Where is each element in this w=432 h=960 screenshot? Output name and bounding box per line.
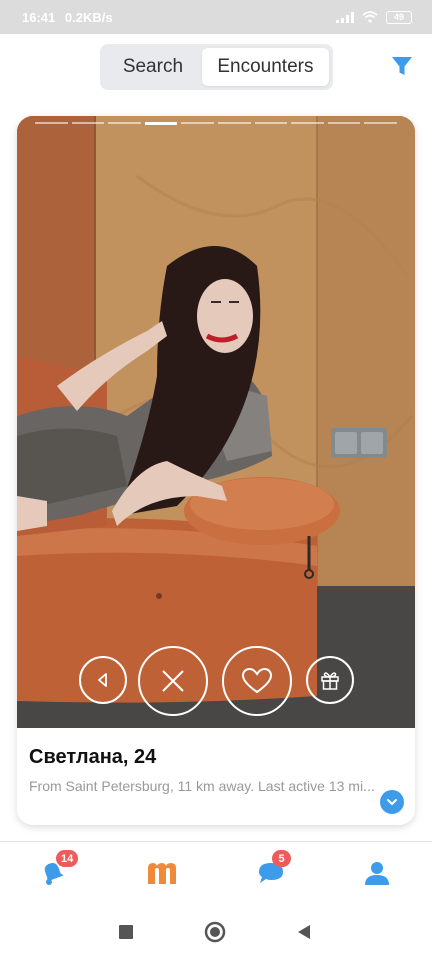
- mode-switch: Search Encounters: [100, 44, 333, 90]
- back-triangle-icon[interactable]: [296, 924, 312, 940]
- profile-details: From Saint Petersburg, 11 km away. Last …: [29, 778, 375, 794]
- tab-search[interactable]: Search: [104, 48, 202, 86]
- notifications-badge: 14: [56, 850, 79, 867]
- close-icon: [162, 670, 184, 692]
- photo-progress-segment: [254, 122, 288, 124]
- photo-progress: [35, 122, 397, 125]
- signal-icon: [336, 11, 354, 23]
- photo-progress-segment: [71, 122, 105, 124]
- status-net-speed: 0.2KB/s: [64, 9, 113, 25]
- filter-icon[interactable]: [388, 52, 416, 80]
- status-bar: 16:41 0.2KB/s 49: [0, 0, 432, 34]
- nav-notifications[interactable]: 14: [38, 850, 79, 892]
- photo-progress-segment: [35, 122, 68, 124]
- like-button[interactable]: [222, 646, 292, 716]
- wifi-icon: [362, 11, 378, 23]
- home-circle-icon[interactable]: [204, 921, 226, 943]
- gift-icon: [321, 672, 339, 690]
- status-right: 49: [336, 10, 412, 24]
- card-actions: [17, 646, 415, 718]
- profile-info[interactable]: Светлана, 24 From Saint Petersburg, 11 k…: [17, 728, 415, 825]
- nav-profile[interactable]: [362, 858, 396, 892]
- tab-encounters[interactable]: Encounters: [201, 48, 329, 86]
- nav-messages[interactable]: 5: [256, 850, 291, 892]
- status-left: 16:41 0.2KB/s: [22, 10, 119, 25]
- expand-profile-button[interactable]: [380, 790, 404, 814]
- chevron-down-icon: [387, 799, 397, 806]
- photo-progress-segment: [108, 122, 141, 124]
- heart-icon: [241, 667, 273, 694]
- profile-person-icon: [365, 862, 389, 885]
- system-nav-bar: [0, 903, 432, 960]
- back-arrow-icon: [98, 673, 107, 687]
- photo-progress-segment: [291, 122, 324, 124]
- battery-icon: 49: [386, 10, 412, 24]
- battery-level: 49: [393, 12, 404, 22]
- photo-progress-segment: [181, 122, 214, 124]
- top-header: Search Encounters: [0, 34, 432, 102]
- messages-badge: 5: [272, 850, 291, 867]
- recents-square-icon[interactable]: [118, 924, 134, 940]
- photo-progress-segment: [217, 122, 251, 124]
- photo-progress-segment: [364, 122, 397, 124]
- profile-card[interactable]: Светлана, 24 From Saint Petersburg, 11 k…: [17, 116, 415, 825]
- photo-progress-segment: [327, 122, 361, 124]
- photo-progress-segment: [144, 122, 178, 125]
- app-logo-icon: [148, 863, 176, 884]
- profile-photo[interactable]: [17, 116, 415, 728]
- bottom-nav: 14 5: [0, 841, 432, 903]
- profile-name-age: Светлана, 24: [29, 746, 157, 768]
- status-time: 16:41: [22, 9, 56, 25]
- gift-button[interactable]: [306, 656, 354, 704]
- dislike-button[interactable]: [138, 646, 208, 716]
- nav-home-logo[interactable]: [146, 858, 180, 892]
- photo-illustration: [17, 116, 415, 728]
- undo-button[interactable]: [79, 656, 127, 704]
